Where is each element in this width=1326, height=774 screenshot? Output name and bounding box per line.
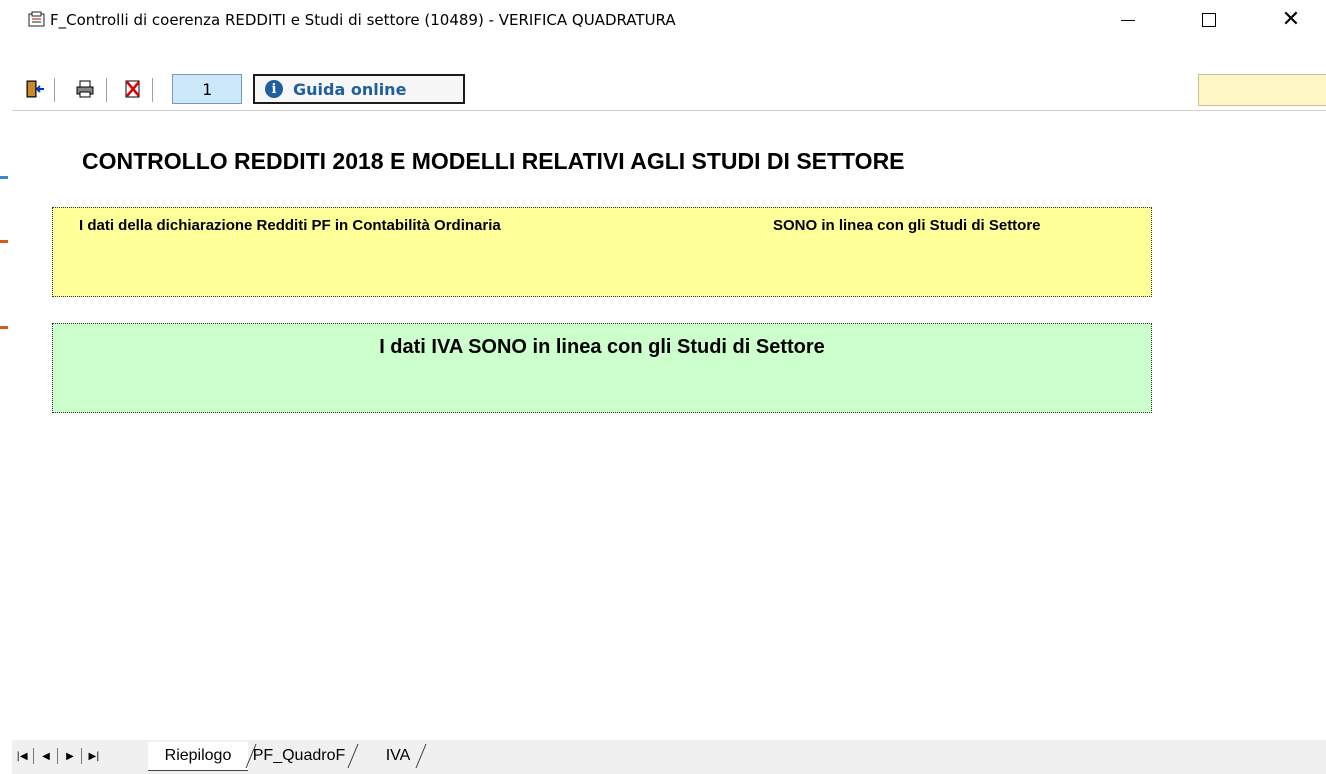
first-sheet-button[interactable]: |◀ bbox=[14, 748, 30, 764]
previous-sheet-button[interactable]: ◀ bbox=[38, 748, 54, 764]
exit-door-icon bbox=[26, 80, 44, 98]
printer-icon bbox=[76, 80, 94, 98]
last-sheet-button[interactable]: ▶| bbox=[86, 748, 102, 764]
toolbar-separator bbox=[54, 78, 55, 102]
maximize-icon bbox=[1202, 13, 1216, 27]
application-window: F_Controlli di coerenza REDDITI e Studi … bbox=[12, 0, 1326, 774]
background-mark bbox=[0, 176, 8, 179]
tab-riepilogo[interactable]: Riepilogo bbox=[148, 742, 248, 771]
background-mark bbox=[0, 240, 8, 243]
app-form-icon bbox=[28, 11, 45, 27]
info-icon: i bbox=[265, 80, 283, 98]
minimize-button[interactable] bbox=[1105, 0, 1151, 40]
next-sheet-button[interactable]: ▶ bbox=[62, 748, 78, 764]
redditi-status: SONO in linea con gli Studi di Settore bbox=[773, 217, 1041, 234]
online-guide-button[interactable]: i Guida online bbox=[253, 74, 465, 104]
tab-iva[interactable]: IVA bbox=[380, 742, 416, 770]
nav-separator bbox=[81, 748, 82, 764]
close-icon: ✕ bbox=[1281, 7, 1301, 32]
delete-document-icon bbox=[125, 80, 140, 98]
toolbar-separator bbox=[106, 78, 107, 102]
first-sheet-icon: |◀ bbox=[16, 750, 28, 762]
status-field bbox=[1198, 74, 1326, 106]
online-guide-label: Guida online bbox=[293, 79, 407, 99]
title-bar: F_Controlli di coerenza REDDITI e Studi … bbox=[12, 0, 1326, 40]
next-sheet-icon: ▶ bbox=[66, 750, 74, 762]
close-button[interactable]: ✕ bbox=[1268, 0, 1314, 40]
maximize-button[interactable] bbox=[1186, 0, 1232, 40]
redditi-description: I dati della dichiarazione Redditi PF in… bbox=[79, 217, 501, 234]
iva-status: I dati IVA SONO in linea con gli Studi d… bbox=[379, 336, 825, 358]
delete-document-button[interactable] bbox=[120, 76, 146, 102]
iva-result-panel: I dati IVA SONO in linea con gli Studi d… bbox=[52, 323, 1152, 413]
page-number-field[interactable]: 1 bbox=[172, 74, 242, 104]
tab-divider bbox=[415, 744, 427, 768]
exit-button[interactable] bbox=[22, 76, 48, 102]
nav-separator bbox=[33, 748, 34, 764]
last-sheet-icon: ▶| bbox=[88, 750, 100, 762]
window-title: F_Controlli di coerenza REDDITI e Studi … bbox=[50, 11, 676, 29]
nav-separator bbox=[57, 748, 58, 764]
tab-pf-quadrof[interactable]: PF_QuadroF bbox=[250, 742, 348, 770]
minimize-icon bbox=[1121, 19, 1135, 21]
redditi-result-panel: I dati della dichiarazione Redditi PF in… bbox=[52, 207, 1152, 297]
background-mark bbox=[0, 326, 8, 329]
report-heading: CONTROLLO REDDITI 2018 E MODELLI RELATIV… bbox=[82, 148, 905, 174]
toolbar-separator bbox=[152, 78, 153, 102]
tab-divider bbox=[347, 744, 359, 768]
print-button[interactable] bbox=[72, 76, 98, 102]
previous-sheet-icon: ◀ bbox=[42, 750, 50, 762]
report-sheet bbox=[12, 110, 1326, 741]
